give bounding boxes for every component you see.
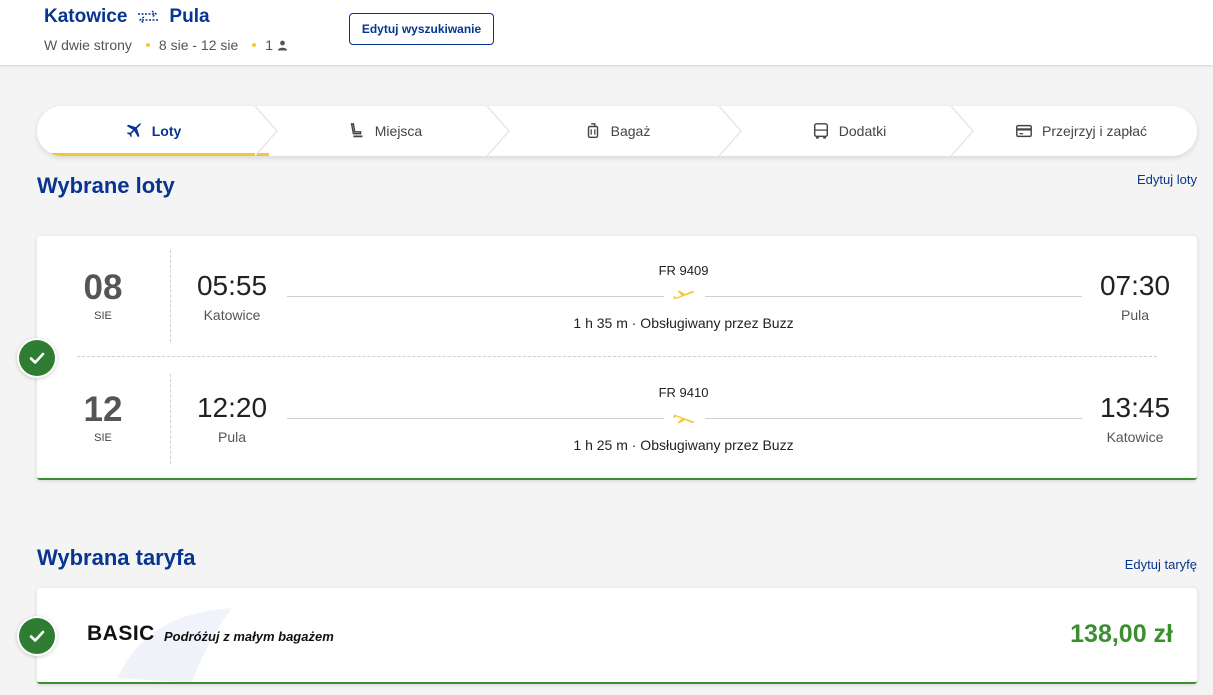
step-label: Dodatki: [838, 123, 887, 139]
flight-details: 1 h 25 m · Obsługiwany przez Buzz: [573, 437, 794, 453]
step-divider: [255, 106, 278, 156]
person-icon: [278, 40, 288, 51]
route-title: Katowice Pula: [44, 6, 210, 28]
landing-plane-icon: [673, 414, 695, 424]
date-divider: [170, 374, 171, 464]
route-line: [287, 296, 664, 297]
bus-icon: [813, 123, 828, 139]
trip-summary: W dwie strony 8 sie - 12 sie 1: [44, 37, 288, 53]
departure-time: 05:55: [196, 270, 268, 301]
flight-day: 12: [83, 390, 123, 429]
fare-confirmed-badge: [17, 616, 57, 656]
arrival-city: Katowice: [1106, 429, 1164, 445]
step-label: Przejrzyj i zapłać: [1041, 123, 1148, 139]
flight-leg-outbound: 08 SIE 05:55 Katowice FR 9409 1 h 35 m ·…: [37, 250, 1197, 350]
step-divider: [719, 106, 742, 156]
flight-month: SIE: [94, 310, 112, 322]
flight-number: FR 9409: [658, 263, 709, 278]
step-luggage[interactable]: Bagaż: [501, 106, 742, 156]
departure-city: Pula: [217, 429, 247, 445]
route-line: [287, 418, 664, 419]
header-bar: Katowice Pula W dwie strony 8 sie - 12 s…: [0, 0, 1213, 66]
destination-city: Pula: [169, 6, 210, 27]
flights-confirmed-badge: [17, 338, 57, 378]
flight-day: 08: [83, 268, 123, 307]
origin-city: Katowice: [44, 6, 128, 27]
edit-fare-link[interactable]: Edytuj taryfę: [1125, 557, 1197, 572]
arrival-time: 13:45: [1099, 392, 1171, 423]
date-divider: [170, 250, 171, 342]
edit-flights-link[interactable]: Edytuj loty: [1137, 172, 1197, 187]
selected-flights-card: 08 SIE 05:55 Katowice FR 9409 1 h 35 m ·…: [37, 236, 1197, 480]
takeoff-plane-icon: [673, 290, 695, 300]
luggage-icon: [587, 123, 598, 139]
separator-dot: [145, 43, 150, 47]
flight-month: SIE: [94, 432, 112, 444]
edit-search-button[interactable]: Edytuj wyszukiwanie: [349, 13, 494, 45]
step-divider: [487, 106, 510, 156]
fare-name: BASIC: [87, 622, 155, 645]
checkmark-icon: [29, 352, 45, 364]
card-icon: [1016, 124, 1032, 138]
step-label: Bagaż: [610, 123, 651, 139]
flight-number: FR 9410: [658, 385, 709, 400]
legs-divider: [77, 356, 1157, 357]
flights-section-title: Wybrane loty: [37, 173, 175, 198]
departure-city: Katowice: [203, 307, 261, 323]
checkmark-icon: [29, 630, 45, 642]
route-line: [705, 418, 1082, 419]
flight-details: 1 h 35 m · Obsługiwany przez Buzz: [573, 315, 794, 331]
step-flights[interactable]: Loty: [37, 106, 278, 156]
departure-time: 12:20: [196, 392, 268, 423]
fare-section-title: Wybrana taryfa: [37, 545, 196, 570]
step-divider: [951, 106, 974, 156]
separator-dot: [252, 43, 257, 47]
step-label: Loty: [151, 123, 182, 139]
arrival-time: 07:30: [1099, 270, 1171, 301]
seat-icon: [350, 123, 363, 138]
plane-icon: [126, 123, 142, 138]
step-seats[interactable]: Miejsca: [269, 106, 510, 156]
round-trip-arrows-icon: [138, 10, 159, 24]
route-line: [705, 296, 1082, 297]
fare-price: 138,00 zł: [1070, 620, 1173, 648]
step-review-pay[interactable]: Przejrzyj i zapłać: [965, 106, 1197, 156]
arrival-city: Pula: [1120, 307, 1150, 323]
passenger-count: 1: [265, 37, 274, 53]
step-label: Miejsca: [374, 123, 423, 139]
selected-fare-card: BASIC Podróżuj z małym bagażem 138,00 zł: [37, 588, 1197, 684]
step-extras[interactable]: Dodatki: [733, 106, 974, 156]
fare-description: Podróżuj z małym bagażem: [164, 629, 334, 644]
trip-dates: 8 sie - 12 sie: [158, 37, 239, 53]
booking-steps: Loty Miejsca Bagaż Dodatki Przejrzyj i z…: [37, 106, 1197, 156]
trip-type: W dwie strony: [44, 37, 132, 53]
flight-leg-return: 12 SIE 12:20 Pula FR 9410 1 h 25 m · Obs…: [37, 372, 1197, 472]
